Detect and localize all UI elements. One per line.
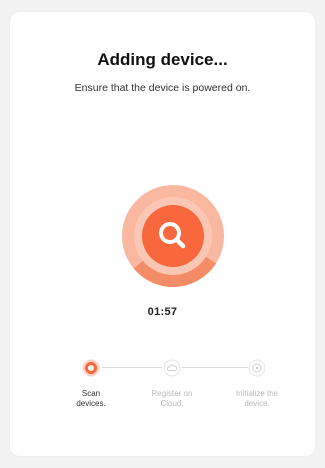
initialize-icon	[248, 359, 266, 377]
step-connector	[182, 367, 248, 368]
step-label-register: Register on Cloud.	[151, 389, 193, 408]
adding-device-card: Adding device... Ensure that the device …	[10, 12, 315, 456]
page-title: Adding device...	[97, 50, 228, 69]
step-connector	[102, 367, 162, 368]
scan-icon	[82, 359, 100, 377]
countdown-timer: 01:57	[147, 306, 178, 318]
cloud-icon	[163, 359, 181, 377]
step-label-initialize: Initialize the device.	[235, 389, 279, 408]
page-subtitle: Ensure that the device is powered on.	[74, 82, 251, 94]
progress-steps: Scan devices. Register on Cloud. Initial…	[10, 357, 315, 427]
scan-progress-indicator	[117, 180, 229, 292]
step-label-scan: Scan devices.	[76, 389, 106, 408]
